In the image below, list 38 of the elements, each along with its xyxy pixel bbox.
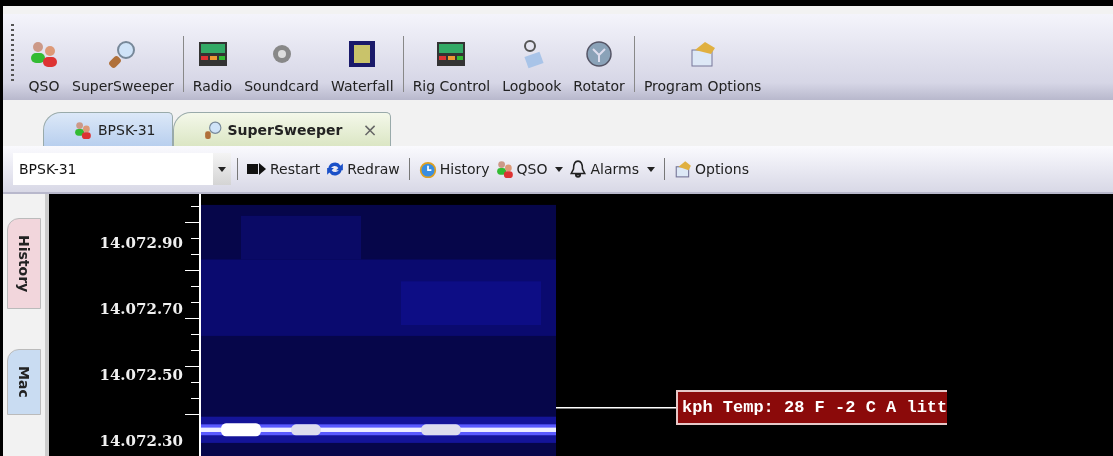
toolbar-button[interactable]: SuperSweeper bbox=[66, 38, 180, 94]
frequency-label: 14.072.70 bbox=[99, 300, 183, 318]
dropdown-icon bbox=[218, 166, 226, 172]
people-icon bbox=[74, 120, 92, 139]
mode-select[interactable]: BPSK-31 bbox=[13, 153, 231, 185]
frequency-label: 14.072.30 bbox=[99, 432, 183, 450]
caret-icon bbox=[646, 166, 655, 172]
toolbar-button[interactable]: Waterfall bbox=[324, 38, 400, 94]
magnifier-icon bbox=[203, 120, 222, 139]
frequency-label: 14.072.90 bbox=[99, 234, 183, 252]
side-tab[interactable]: Mac bbox=[7, 349, 41, 415]
toolbar-button[interactable]: Soundcard bbox=[238, 38, 325, 94]
toolbar-button[interactable]: History bbox=[415, 160, 493, 178]
grip-icon bbox=[11, 24, 14, 84]
options-icon bbox=[673, 160, 692, 178]
toolbar-button[interactable]: Program Options bbox=[637, 38, 768, 94]
document-tab[interactable]: BPSK-31 bbox=[43, 112, 173, 146]
close-icon[interactable]: × bbox=[362, 119, 378, 140]
stop-play-icon bbox=[247, 161, 267, 177]
toolbar-button[interactable]: Rig Control bbox=[406, 38, 497, 94]
frequency-label: 14.072.50 bbox=[99, 366, 183, 384]
toolbar-button[interactable]: Alarms bbox=[566, 160, 658, 178]
side-tab[interactable]: History bbox=[7, 218, 41, 310]
decoded-text-label: kph Temp: 28 F -2 C A litt bbox=[676, 390, 948, 425]
toolbar-button[interactable]: Redraw bbox=[323, 160, 403, 178]
toolbar-button[interactable]: QSO bbox=[22, 38, 66, 94]
clock-icon bbox=[418, 160, 437, 178]
people-icon bbox=[495, 160, 514, 178]
toolbar-button[interactable]: QSO bbox=[492, 160, 567, 178]
caret-icon bbox=[555, 166, 564, 172]
toolbar-button[interactable]: Radio bbox=[186, 38, 239, 94]
refresh-icon bbox=[326, 160, 345, 178]
toolbar-button[interactable]: Logbook bbox=[496, 38, 568, 94]
toolbar-button[interactable]: Options bbox=[670, 160, 752, 178]
toolbar-button[interactable]: Restart bbox=[244, 161, 324, 177]
bell-icon bbox=[569, 160, 588, 178]
document-tab[interactable]: SuperSweeper × bbox=[172, 112, 391, 146]
toolbar-button[interactable]: Rotator bbox=[567, 38, 631, 94]
